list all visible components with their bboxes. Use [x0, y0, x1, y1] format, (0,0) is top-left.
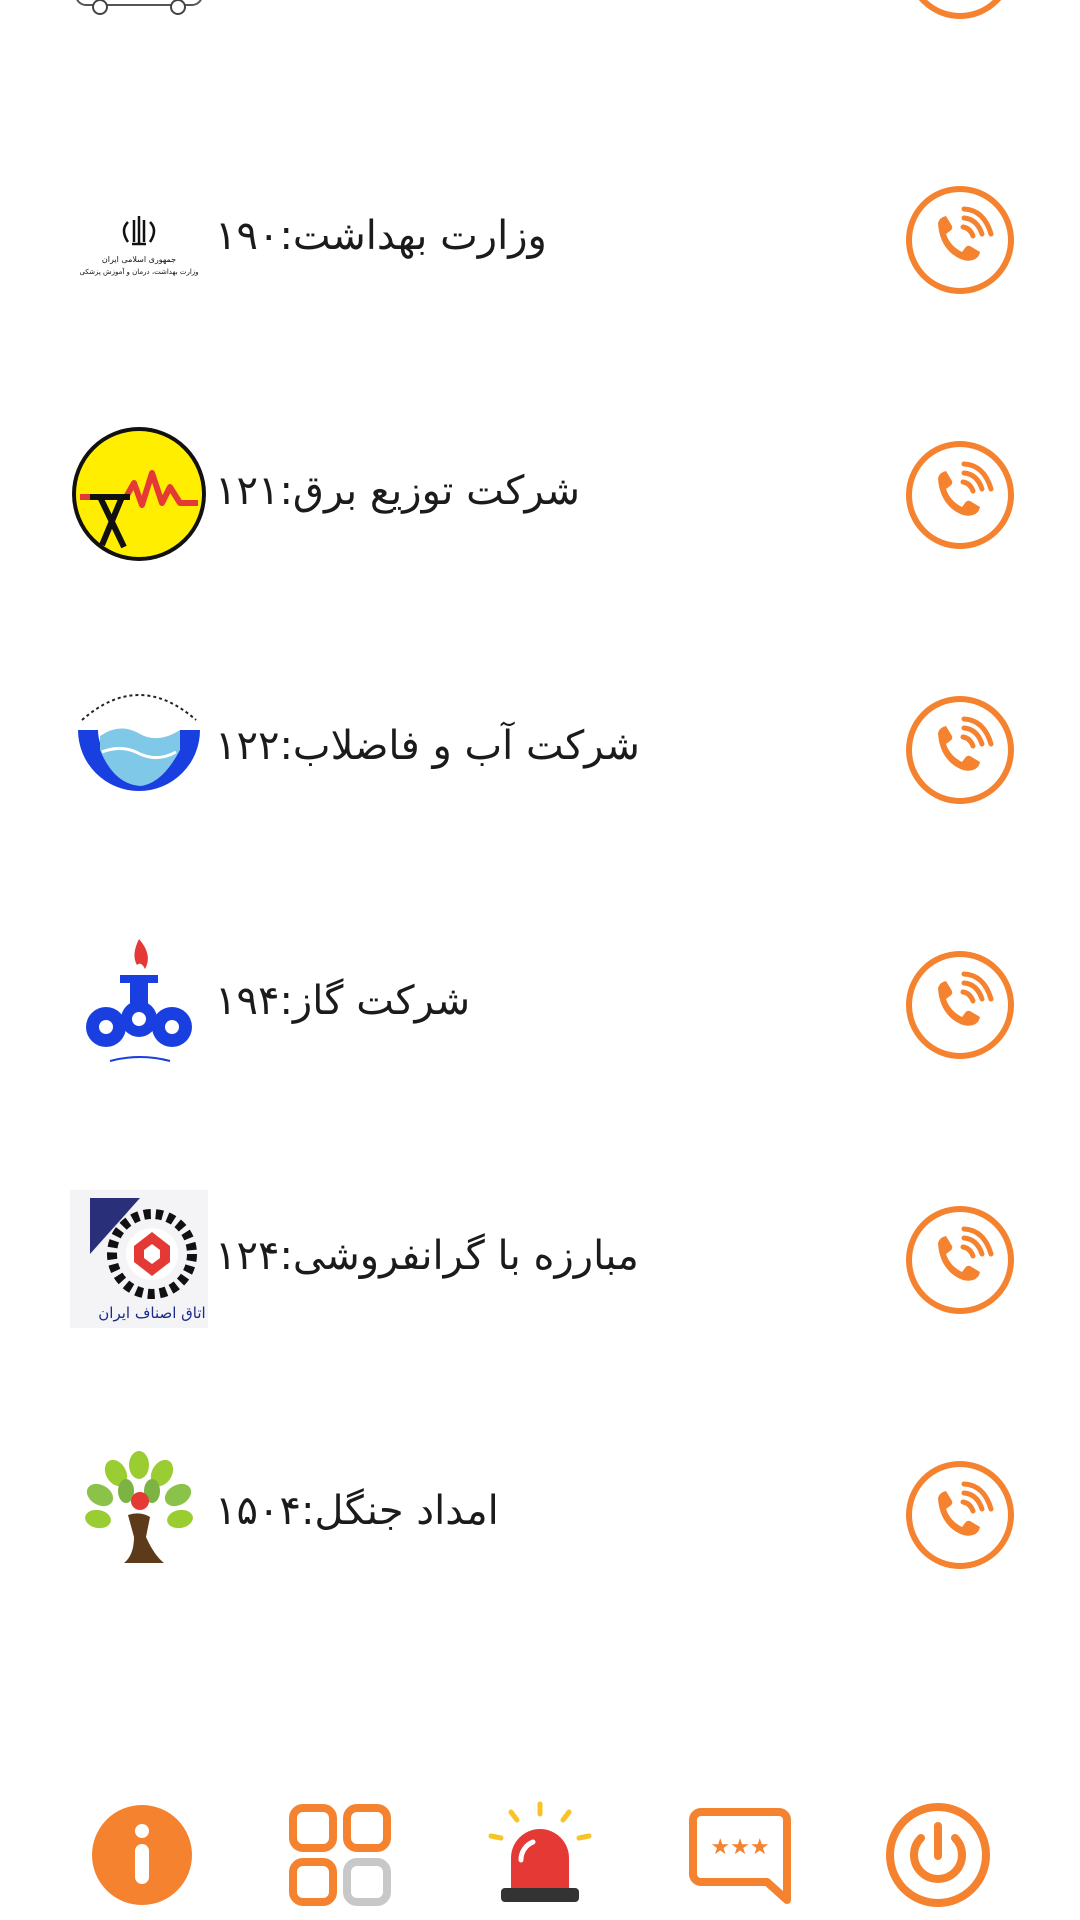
call-button[interactable] — [905, 0, 1015, 20]
entry-label: مبارزه با گرانفروشی:۱۲۴ — [215, 1233, 639, 1279]
svg-text:★★★: ★★★ — [710, 1835, 769, 1860]
apps-grid-button[interactable] — [285, 1800, 395, 1910]
call-button[interactable] — [905, 950, 1015, 1060]
call-button[interactable] — [905, 440, 1015, 550]
list-item: شرکت توزیع برق:۱۲۱ — [0, 420, 1080, 570]
call-button[interactable] — [905, 1460, 1015, 1570]
info-icon — [92, 1805, 192, 1905]
phone-call-icon — [906, 1206, 1014, 1314]
electricity-distribution-logo-icon — [70, 425, 208, 563]
power-button[interactable] — [883, 1800, 993, 1910]
list-item: امداد جنگل:۱۵۰۴ — [0, 1440, 1080, 1590]
phone-call-icon — [906, 186, 1014, 294]
power-icon — [886, 1803, 990, 1907]
emergency-siren-icon — [488, 1801, 592, 1902]
svg-text:جمهوری اسلامی ایران: جمهوری اسلامی ایران — [102, 255, 176, 264]
call-button[interactable] — [905, 1205, 1015, 1315]
phone-call-icon — [906, 696, 1014, 804]
phone-call-icon — [906, 441, 1014, 549]
entry-label: شرکت گاز:۱۹۴ — [215, 978, 471, 1024]
apps-grid-icon — [289, 1804, 391, 1906]
guild-chamber-logo-icon: اتاق اصناف ایران — [70, 1190, 208, 1328]
list-item: اتاق اصناف ایران مبارزه با گرانفروشی:۱۲۴ — [0, 1185, 1080, 1335]
list-item: شرکت گاز:۱۹۴ — [0, 930, 1080, 1080]
iran-health-ministry-emblem-icon: جمهوری اسلامی ایران وزارت بهداشت، درمان … — [70, 170, 208, 308]
chat-bubble-icon: ★★★ — [689, 1808, 791, 1904]
phone-call-icon — [906, 1461, 1014, 1569]
list-item: جمهوری اسلامی ایران وزارت بهداشت، درمان … — [0, 165, 1080, 315]
call-button[interactable] — [905, 185, 1015, 295]
list-item: شرکت آب و فاضلاب:۱۲۲ — [0, 675, 1080, 825]
gas-company-logo-icon — [70, 935, 208, 1073]
messages-button[interactable]: ★★★ — [685, 1800, 795, 1910]
emergency-siren-button[interactable] — [485, 1800, 595, 1910]
svg-text:اتاق اصناف ایران: اتاق اصناف ایران — [98, 1304, 205, 1322]
water-and-wastewater-logo-icon — [70, 680, 208, 818]
info-button[interactable] — [87, 1800, 197, 1910]
forest-rescue-tree-logo-icon — [70, 1445, 208, 1583]
svg-text:وزارت بهداشت، درمان و آموزش پز: وزارت بهداشت، درمان و آموزش پزشکی — [79, 267, 198, 276]
phone-call-icon — [906, 951, 1014, 1059]
list-item — [0, 0, 1080, 40]
bottom-navigation: ★★★ — [0, 1790, 1080, 1920]
ambulance-bus-logo-icon — [70, 0, 208, 33]
call-button[interactable] — [905, 695, 1015, 805]
entry-label: امداد جنگل:۱۵۰۴ — [215, 1488, 499, 1534]
entry-label: شرکت توزیع برق:۱۲۱ — [215, 468, 581, 514]
emergency-numbers-screen: جمهوری اسلامی ایران وزارت بهداشت، درمان … — [0, 0, 1080, 1920]
entry-label: وزارت بهداشت:۱۹۰ — [215, 213, 547, 259]
entry-label: شرکت آب و فاضلاب:۱۲۲ — [215, 723, 640, 769]
